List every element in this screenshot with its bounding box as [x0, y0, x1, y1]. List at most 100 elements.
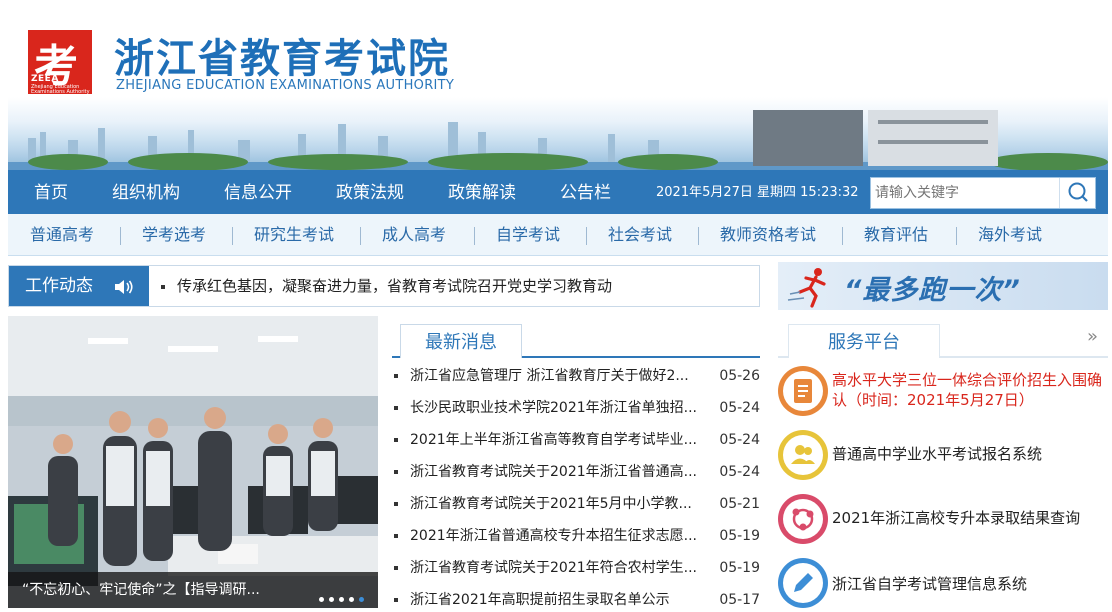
- carousel-dot[interactable]: [349, 597, 354, 602]
- tab-service-platform[interactable]: 服务平台: [788, 324, 940, 358]
- news-title[interactable]: 浙江省2021年高职提前招生录取名单公示: [410, 584, 712, 612]
- subnav-item-adult[interactable]: 成人高考: [382, 214, 446, 256]
- news-item[interactable]: 长沙民政职业技术学院2021年浙江省单独招... 05-24: [394, 392, 760, 424]
- news-title[interactable]: 浙江省教育考试院关于2021年浙江省普通高...: [410, 456, 712, 488]
- header-banner: 考 ZEEA Zhejiang Education Examinations A…: [8, 8, 1108, 170]
- nav-item-notices[interactable]: 公告栏: [560, 170, 611, 214]
- news-date: 05-24: [719, 400, 760, 416]
- logo-sub: Zhejiang Education Examinations Authorit…: [31, 84, 90, 95]
- more-chevron-icon[interactable]: »: [1087, 326, 1098, 347]
- speaker-icon: [115, 280, 133, 294]
- news-item[interactable]: 浙江省教育考试院关于2021年5月中小学教... 05-21: [394, 488, 760, 520]
- zeea-logo[interactable]: 考 ZEEA Zhejiang Education Examinations A…: [28, 30, 92, 95]
- news-item[interactable]: 浙江省应急管理厅 浙江省教育厅关于做好2... 05-26: [394, 360, 760, 392]
- bullet: [394, 406, 398, 410]
- subnav-divider: [120, 227, 121, 245]
- sub-nav: 普通高考 学考选考 研究生考试 成人高考 自学考试 社会考试 教师资格考试 教育…: [8, 214, 1108, 256]
- news-title[interactable]: 2021年浙江省普通高校专升本招生征求志愿...: [410, 520, 712, 552]
- work-news-bar: 工作动态 传承红色基因，凝聚奋进力量，省教育考试院召开党史学习教育动: [8, 265, 760, 307]
- service-item[interactable]: 2021年浙江高校专升本录取结果查询: [778, 492, 1108, 556]
- document-icon: [778, 366, 828, 416]
- nav-item-interpretation[interactable]: 政策解读: [448, 170, 516, 214]
- site-subtitle: ZHEJIANG EDUCATION EXAMINATIONS AUTHORIT…: [116, 78, 455, 93]
- nav-item-home[interactable]: 首页: [34, 170, 68, 214]
- service-link-text[interactable]: 高水平大学三位一体综合评价招生入围确认（时间：2021年5月27日）: [832, 370, 1108, 410]
- nav-item-organization[interactable]: 组织机构: [112, 170, 180, 214]
- subnav-item-teacher[interactable]: 教师资格考试: [720, 214, 816, 256]
- news-item[interactable]: 浙江省2021年高职提前招生录取名单公示 05-17: [394, 584, 760, 612]
- bullet: [394, 470, 398, 474]
- subnav-divider: [360, 227, 361, 245]
- subnav-divider: [956, 227, 957, 245]
- bullet: [394, 438, 398, 442]
- news-title[interactable]: 浙江省应急管理厅 浙江省教育厅关于做好2...: [410, 360, 712, 392]
- work-news-label-text: 工作动态: [25, 276, 93, 296]
- news-item[interactable]: 浙江省教育考试院关于2021年浙江省普通高... 05-24: [394, 456, 760, 488]
- carousel-dot[interactable]: [319, 597, 324, 602]
- subnav-item-evaluation[interactable]: 教育评估: [864, 214, 928, 256]
- bullet: [394, 534, 398, 538]
- search-button[interactable]: [1059, 178, 1095, 208]
- news-title[interactable]: 长沙民政职业技术学院2021年浙江省单独招...: [410, 392, 712, 424]
- bullet: [394, 566, 398, 570]
- subnav-divider: [586, 227, 587, 245]
- service-link-text[interactable]: 普通高中学业水平考试报名系统: [832, 444, 1108, 464]
- exam-center-photo: [8, 316, 378, 608]
- main-nav: 首页 组织机构 信息公开 政策法规 政策解读 公告栏 2021年5月27日 星期…: [8, 170, 1108, 214]
- carousel-dot[interactable]: [329, 597, 334, 602]
- subnav-item-gaokao[interactable]: 普通高考: [30, 214, 94, 256]
- search-input[interactable]: [875, 181, 1053, 205]
- news-date: 05-17: [719, 592, 760, 608]
- news-title[interactable]: 浙江省教育考试院关于2021年符合农村学生...: [410, 552, 712, 584]
- news-date: 05-19: [719, 528, 760, 544]
- pen-icon: [778, 558, 828, 608]
- runner-icon: [787, 268, 826, 308]
- search-box: [870, 177, 1096, 209]
- datetime-display: 2021年5月27日 星期四 15:23:32: [656, 185, 859, 200]
- bullet: [394, 502, 398, 506]
- site-title: 浙江省教育考试院: [114, 35, 450, 82]
- news-date: 05-24: [719, 464, 760, 480]
- carousel-dot-active[interactable]: [359, 597, 364, 602]
- nav-item-policy[interactable]: 政策法规: [336, 170, 404, 214]
- news-item[interactable]: 浙江省教育考试院关于2021年符合农村学生... 05-19: [394, 552, 760, 584]
- subnav-divider: [842, 227, 843, 245]
- news-date: 05-21: [719, 496, 760, 512]
- bullet: [394, 598, 398, 602]
- zuiduo-text: “最多跑一次”: [844, 275, 1021, 306]
- subnav-divider: [232, 227, 233, 245]
- subnav-divider: [698, 227, 699, 245]
- service-platform-panel: 服务平台 » 高水平大学三位一体综合评价招生入围确认（时间：2021年5月27日…: [778, 316, 1108, 612]
- users-icon: [778, 430, 828, 480]
- subnav-item-graduate[interactable]: 研究生考试: [254, 214, 334, 256]
- tab-latest-news[interactable]: 最新消息: [400, 324, 522, 358]
- subnav-item-overseas[interactable]: 海外考试: [978, 214, 1042, 256]
- news-title[interactable]: 浙江省教育考试院关于2021年5月中小学教...: [410, 488, 712, 520]
- news-date: 05-24: [719, 432, 760, 448]
- subnav-item-social[interactable]: 社会考试: [608, 214, 672, 256]
- service-item[interactable]: 高水平大学三位一体综合评价招生入围确认（时间：2021年5月27日）: [778, 364, 1108, 428]
- share-icon: [778, 494, 828, 544]
- carousel-dots: [314, 587, 364, 602]
- news-date: 05-26: [719, 368, 760, 384]
- service-link-text[interactable]: 浙江省自学考试管理信息系统: [832, 574, 1108, 594]
- work-news-headline[interactable]: 传承红色基因，凝聚奋进力量，省教育考试院召开党史学习教育动: [161, 266, 612, 306]
- bullet: [394, 374, 398, 378]
- service-link-text[interactable]: 2021年浙江高校专升本录取结果查询: [832, 508, 1108, 528]
- work-news-headline-text: 传承红色基因，凝聚奋进力量，省教育考试院召开党史学习教育动: [177, 277, 613, 295]
- carousel-dot[interactable]: [339, 597, 344, 602]
- zuiduo-banner[interactable]: “最多跑一次”: [778, 262, 1108, 310]
- news-item[interactable]: 2021年上半年浙江省高等教育自学考试毕业... 05-24: [394, 424, 760, 456]
- news-date: 05-19: [719, 560, 760, 576]
- service-item[interactable]: 普通高中学业水平考试报名系统: [778, 428, 1108, 492]
- search-icon: [1068, 182, 1088, 202]
- subnav-item-xuekao[interactable]: 学考选考: [142, 214, 206, 256]
- featured-photo-carousel[interactable]: “不忘初心、牢记使命”之【指导调研...: [8, 316, 378, 608]
- news-title[interactable]: 2021年上半年浙江省高等教育自学考试毕业...: [410, 424, 712, 456]
- service-item[interactable]: 浙江省自学考试管理信息系统: [778, 556, 1108, 612]
- nav-item-disclosure[interactable]: 信息公开: [224, 170, 292, 214]
- subnav-item-selfstudy[interactable]: 自学考试: [496, 214, 560, 256]
- news-item[interactable]: 2021年浙江省普通高校专升本招生征求志愿... 05-19: [394, 520, 760, 552]
- logo-abbr: ZEEA: [31, 74, 59, 84]
- work-news-label[interactable]: 工作动态: [9, 266, 149, 306]
